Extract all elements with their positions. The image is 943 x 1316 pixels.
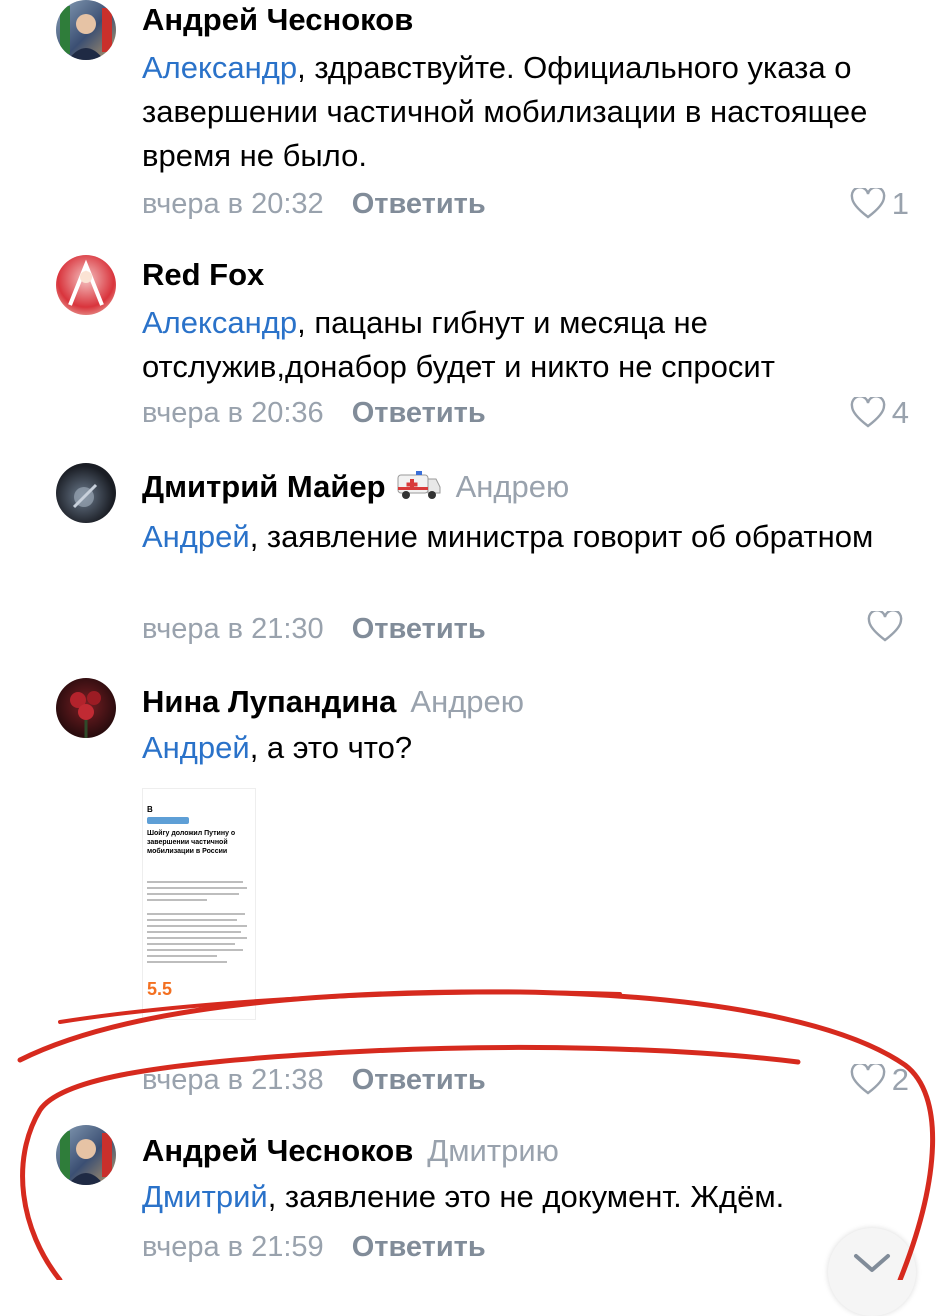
text-line: [147, 887, 247, 889]
reply-button[interactable]: Ответить: [352, 188, 486, 220]
comment-meta: вчера в 21:59 Ответить: [142, 1231, 486, 1264]
avatar[interactable]: [56, 0, 116, 60]
ambulance-icon: [396, 469, 442, 509]
comment-time: вчера в 20:36: [142, 397, 324, 429]
comment-text: Александр, пацаны гибнут и месяца не отс…: [142, 305, 775, 384]
text-line: [147, 955, 217, 957]
reply-button[interactable]: Ответить: [352, 1064, 486, 1096]
mention-link[interactable]: Дмитрий: [142, 1179, 268, 1214]
text-line: [147, 913, 245, 915]
like-button[interactable]: [867, 611, 909, 643]
site-logo: В: [147, 805, 153, 814]
heart-icon: [850, 188, 886, 219]
text-line: [147, 881, 243, 883]
reply-button[interactable]: Ответить: [352, 613, 486, 645]
reply-to-label[interactable]: Дмитрию: [427, 1133, 559, 1168]
text-line: [147, 943, 235, 945]
text-line: [147, 937, 247, 939]
text-line: [147, 961, 227, 963]
reply-to-label[interactable]: Андрею: [456, 469, 570, 504]
like-button[interactable]: 2: [850, 1062, 909, 1098]
comment-time: вчера в 21:59: [142, 1231, 324, 1263]
mention-link[interactable]: Александр: [142, 305, 297, 340]
comment-author[interactable]: Red Fox: [142, 257, 264, 293]
like-count: 2: [891, 1062, 909, 1097]
comment-meta: вчера в 20:36 Ответить: [142, 397, 486, 430]
reply-to-label[interactable]: Андрею: [410, 684, 524, 719]
comment-text: Александр, здравствуйте. Официального ук…: [142, 50, 868, 173]
avatar[interactable]: [56, 463, 116, 523]
avatar[interactable]: [56, 255, 116, 315]
scroll-down-button[interactable]: [828, 1228, 916, 1316]
comment-time: вчера в 21:38: [142, 1064, 324, 1096]
reply-button[interactable]: Ответить: [352, 1231, 486, 1263]
reply-button[interactable]: Ответить: [352, 397, 486, 429]
chevron-down-icon: [854, 1254, 890, 1272]
ad-banner: 5.5: [147, 979, 173, 999]
comment-author[interactable]: Андрей Чесноков Дмитрию: [142, 1133, 559, 1169]
comment-time: вчера в 21:30: [142, 613, 324, 645]
comment-meta: вчера в 21:38 Ответить: [142, 1064, 486, 1097]
text-line: [147, 925, 247, 927]
attachment-image[interactable]: В Шойгу доложил Путину о завершении част…: [142, 788, 256, 1020]
comment-time: вчера в 20:32: [142, 188, 324, 220]
comment-text: Андрей, заявление министра говорит об об…: [142, 519, 874, 554]
mention-link[interactable]: Александр: [142, 50, 297, 85]
like-button[interactable]: 1: [850, 186, 909, 222]
attachment-button: [147, 817, 189, 824]
comment-meta: вчера в 21:30 Ответить: [142, 613, 486, 646]
like-button[interactable]: 4: [850, 395, 909, 431]
mention-link[interactable]: Андрей: [142, 519, 250, 554]
heart-icon: [850, 397, 886, 428]
text-line: [147, 893, 239, 895]
like-count: 4: [891, 395, 909, 430]
comment-meta: вчера в 20:32 Ответить: [142, 188, 486, 221]
text-line: [147, 919, 237, 921]
comment-author[interactable]: Дмитрий Майер Андрею: [142, 469, 569, 509]
comment-author[interactable]: Нина Лупандина Андрею: [142, 684, 524, 720]
avatar[interactable]: [56, 1125, 116, 1185]
status-bar: [143, 789, 255, 799]
avatar[interactable]: [56, 678, 116, 738]
heart-icon: [867, 611, 903, 642]
comment-author[interactable]: Андрей Чесноков: [142, 2, 413, 38]
text-line: [147, 931, 241, 933]
like-count: 1: [891, 186, 909, 221]
text-line: [147, 949, 243, 951]
comment-text: Дмитрий, заявление это не документ. Ждём…: [142, 1179, 785, 1214]
mention-link[interactable]: Андрей: [142, 730, 250, 765]
comment-text: Андрей, а это что?: [142, 730, 413, 765]
text-line: [147, 899, 207, 901]
heart-icon: [850, 1064, 886, 1095]
article-headline: Шойгу доложил Путину о завершении частич…: [147, 830, 236, 855]
